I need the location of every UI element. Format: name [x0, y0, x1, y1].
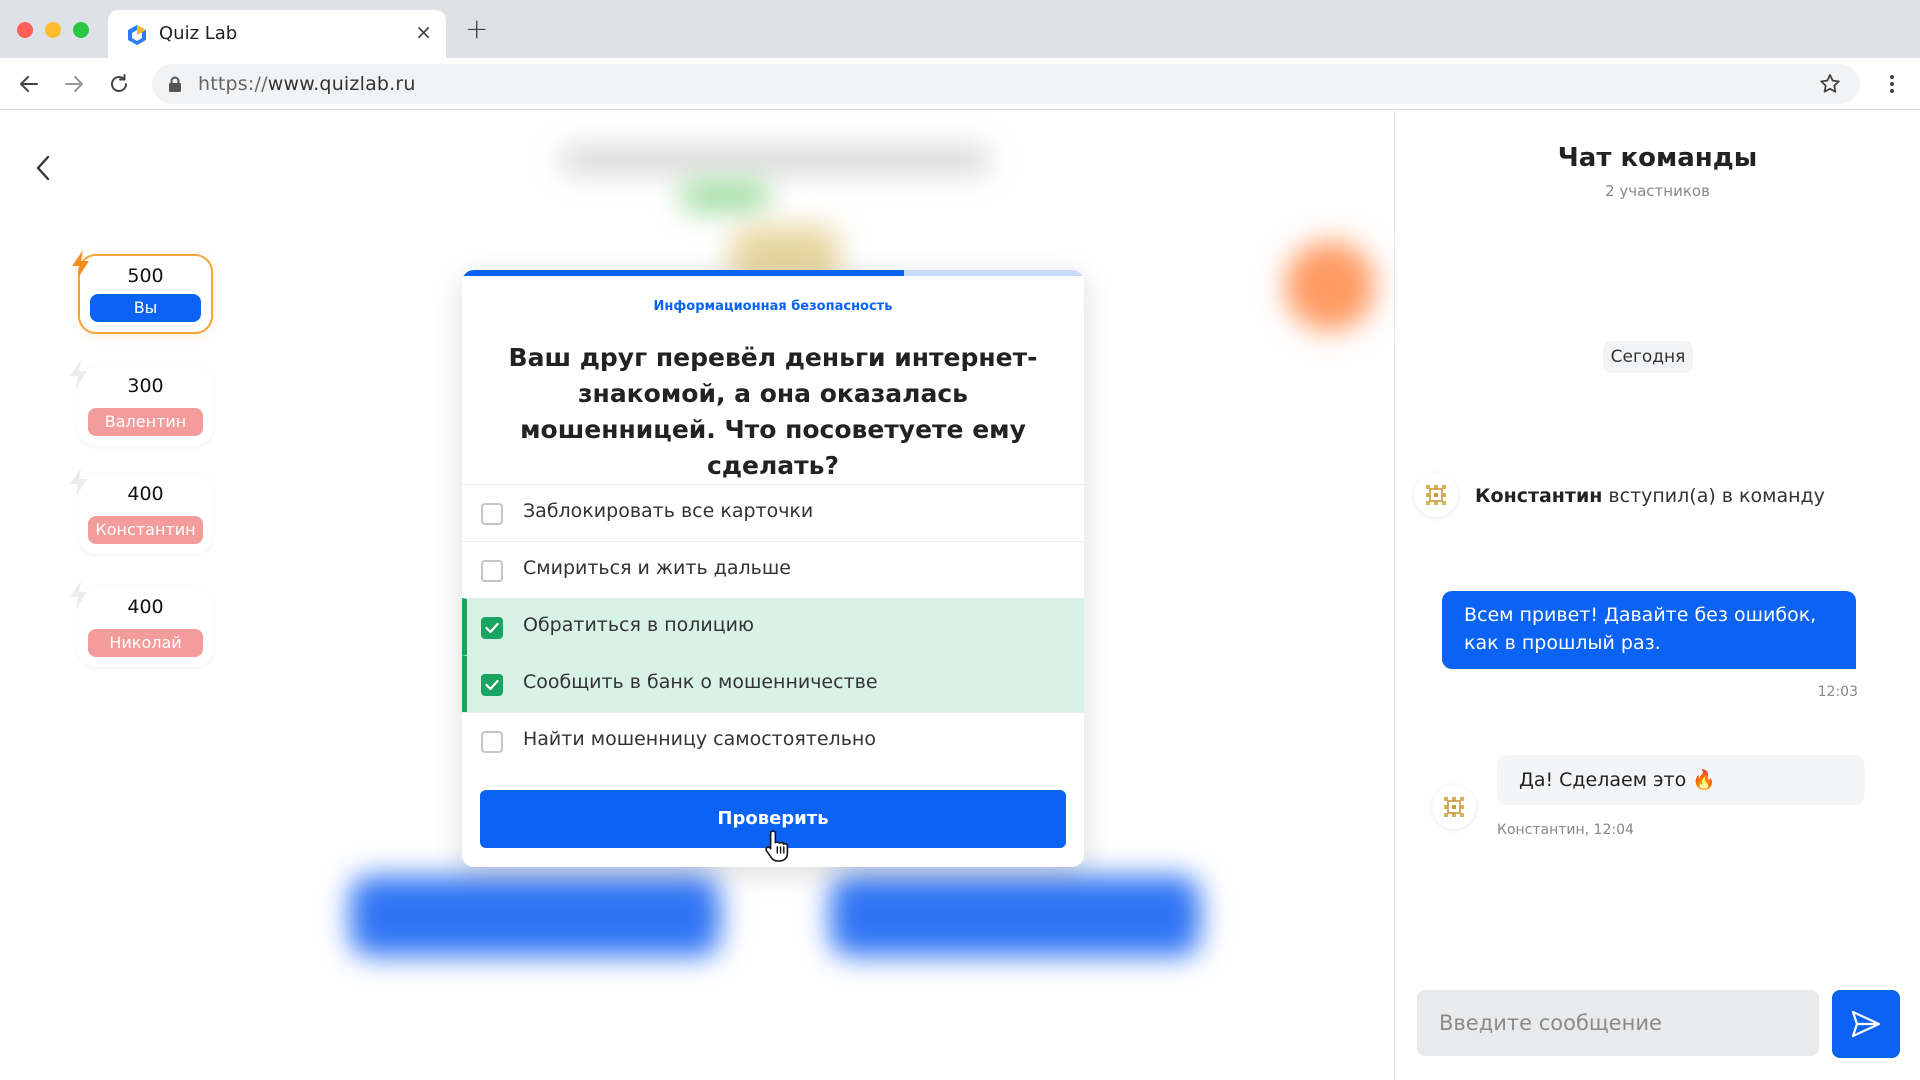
outgoing-message: Всем привет! Давайте без ошибок, как в п… — [1442, 591, 1856, 669]
forward-icon[interactable] — [62, 72, 86, 96]
incoming-message: Да! Сделаем это 🔥 — [1497, 755, 1865, 805]
incoming-message-meta: Константин, 12:04 — [1497, 822, 1634, 838]
progress-bar — [462, 270, 1084, 276]
blurred-orb — [1285, 241, 1375, 331]
join-event-name: Константин — [1475, 485, 1603, 507]
player-card: 400 Николай — [70, 581, 213, 667]
blurred-button-left — [350, 876, 720, 956]
answer-label: Обратиться в полицию — [523, 614, 755, 636]
send-icon — [1851, 1010, 1881, 1038]
answer-option[interactable]: Заблокировать все карточки — [462, 484, 1084, 541]
back-icon[interactable] — [32, 153, 54, 183]
address-bar[interactable]: https://www.quizlab.ru — [152, 64, 1860, 104]
url-host: www.quizlab.ru — [267, 73, 416, 95]
new-tab-button[interactable]: + — [465, 15, 488, 43]
checkmark-icon — [485, 622, 499, 634]
checkmark-icon — [485, 679, 499, 691]
avatar-pattern-icon — [1444, 797, 1464, 817]
quiz-question: Ваш друг перевёл деньги интернет-знакомо… — [508, 343, 1038, 480]
answer-label: Сообщить в банк о мошенничестве — [523, 671, 878, 693]
answer-label: Найти мошенницу самостоятельно — [523, 728, 876, 750]
quizlab-favicon-icon — [128, 25, 146, 45]
answer-option[interactable]: Смириться и жить дальше — [462, 541, 1084, 598]
quiz-category: Информационная безопасность — [653, 299, 893, 314]
window-close-button[interactable] — [17, 22, 33, 38]
answer-label: Смириться и жить дальше — [523, 557, 791, 579]
avatar — [1432, 785, 1476, 829]
avatar — [1414, 473, 1458, 517]
browser-tab[interactable]: Quiz Lab × — [108, 10, 446, 58]
player-score: 500 — [127, 265, 164, 287]
player-name: Николай — [88, 629, 203, 657]
star-icon[interactable] — [1818, 72, 1842, 96]
player-card: 400 Константин — [70, 468, 213, 554]
answer-checkbox[interactable] — [481, 503, 503, 525]
player-score: 400 — [127, 596, 164, 618]
join-event: Константин вступил(а) в команду — [1475, 485, 1825, 507]
cursor-icon — [765, 830, 789, 862]
window-maximize-button[interactable] — [73, 22, 89, 38]
team-chat-panel: Чат команды 2 участников Сегодня Констан… — [1394, 111, 1920, 1080]
reload-icon[interactable] — [107, 72, 131, 96]
window-minimize-button[interactable] — [45, 22, 61, 38]
browser-toolbar: https://www.quizlab.ru — [0, 58, 1920, 110]
player-name: Константин — [88, 516, 203, 544]
answer-checkbox[interactable] — [481, 617, 503, 639]
send-button[interactable] — [1832, 990, 1900, 1058]
chat-title: Чат команды — [1557, 143, 1758, 173]
answer-checkbox[interactable] — [481, 674, 503, 696]
browser-tabbar: Quiz Lab × + — [0, 0, 1920, 58]
menu-icon[interactable] — [1880, 72, 1904, 96]
answer-label: Заблокировать все карточки — [523, 500, 814, 522]
player-name: Валентин — [88, 408, 203, 436]
blurred-button-right — [830, 876, 1200, 956]
answer-option[interactable]: Сообщить в банк о мошенничестве — [462, 655, 1084, 712]
page: 500 Вы 300 Валентин 400 Константин 400 Н… — [0, 111, 1920, 1080]
url-protocol: https:// — [198, 73, 268, 95]
answer-option[interactable]: Найти мошенницу самостоятельно — [462, 712, 1084, 769]
player-card-you: 500 Вы — [72, 250, 213, 334]
chat-participants-count: 2 участников — [1605, 182, 1710, 200]
answer-checkbox[interactable] — [481, 560, 503, 582]
player-name: Вы — [90, 294, 201, 322]
answer-option[interactable]: Обратиться в полицию — [462, 598, 1084, 655]
join-event-text: вступил(а) в команду — [1602, 485, 1825, 507]
answer-options: Заблокировать все карточки Смириться и ж… — [462, 484, 1084, 769]
blurred-badge — [680, 181, 770, 211]
url-text: https://www.quizlab.ru — [198, 73, 416, 95]
player-card: 300 Валентин — [70, 360, 213, 446]
answer-checkbox[interactable] — [481, 731, 503, 753]
tab-close-icon[interactable]: × — [415, 22, 432, 42]
player-score: 300 — [127, 375, 164, 397]
progress-fill — [462, 270, 904, 276]
quiz-card: Информационная безопасность Ваш друг пер… — [462, 270, 1084, 867]
player-score: 400 — [127, 483, 164, 505]
avatar-pattern-icon — [1426, 485, 1446, 505]
date-separator: Сегодня — [1603, 341, 1693, 373]
blurred-title — [560, 147, 990, 173]
lock-icon — [169, 76, 181, 92]
outgoing-message-time: 12:03 — [1817, 684, 1858, 700]
tab-title: Quiz Lab — [159, 23, 238, 44]
message-input[interactable]: Введите сообщение — [1417, 990, 1819, 1056]
back-icon[interactable] — [17, 72, 41, 96]
